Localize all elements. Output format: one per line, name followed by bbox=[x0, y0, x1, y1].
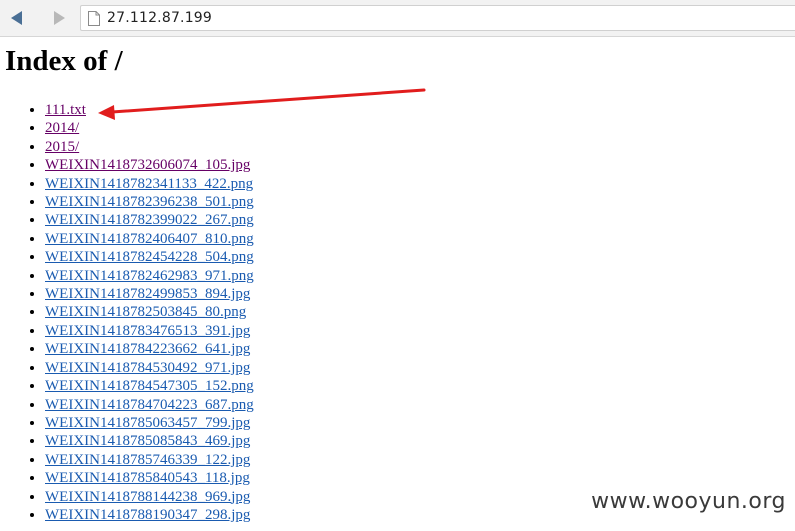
page-content: Index of / 111.txt 2014/2015/WEIXIN141873… bbox=[0, 37, 795, 531]
list-item: 2015/ bbox=[45, 138, 254, 156]
address-bar[interactable]: 27.112.87.199 bbox=[80, 5, 795, 31]
address-url[interactable]: 27.112.87.199 bbox=[107, 10, 212, 26]
back-arrow-icon[interactable] bbox=[8, 9, 26, 27]
list-item: WEIXIN1418782503845_80.png bbox=[45, 303, 254, 321]
file-link[interactable]: WEIXIN1418782462983_971.png bbox=[45, 268, 254, 284]
list-item: WEIXIN1418782399022_267.png bbox=[45, 211, 254, 229]
file-link[interactable]: WEIXIN1418788144238_969.jpg bbox=[45, 489, 250, 505]
file-link[interactable]: WEIXIN1418785085843_469.jpg bbox=[45, 433, 250, 449]
file-link[interactable]: WEIXIN1418783476513_391.jpg bbox=[45, 323, 250, 339]
file-link[interactable]: WEIXIN1418782454228_504.png bbox=[45, 249, 254, 265]
file-link[interactable]: WEIXIN1418782503845_80.png bbox=[45, 304, 246, 320]
file-link[interactable]: WEIXIN1418784223662_641.jpg bbox=[45, 341, 250, 357]
list-item: WEIXIN1418784704223_687.png bbox=[45, 396, 254, 414]
list-item: WEIXIN1418785746339_122.jpg bbox=[45, 451, 254, 469]
list-item: WEIXIN1418785840543_118.jpg bbox=[45, 469, 254, 487]
file-link[interactable]: WEIXIN1418785063457_799.jpg bbox=[45, 415, 250, 431]
file-link[interactable]: WEIXIN1418782399022_267.png bbox=[45, 212, 254, 228]
file-link[interactable]: WEIXIN1418784530492_971.jpg bbox=[45, 360, 250, 376]
file-link[interactable]: WEIXIN1418782341133_422.png bbox=[45, 176, 253, 192]
list-item: WEIXIN1418783476513_391.jpg bbox=[45, 322, 254, 340]
list-item: WEIXIN1418782462983_971.png bbox=[45, 267, 254, 285]
file-link[interactable]: WEIXIN1418788190347_298.jpg bbox=[45, 507, 250, 523]
list-item: WEIXIN1418782454228_504.png bbox=[45, 248, 254, 266]
page-title: Index of / bbox=[5, 45, 123, 77]
list-item: WEIXIN1418784530492_971.jpg bbox=[45, 359, 254, 377]
file-link[interactable]: WEIXIN1418785746339_122.jpg bbox=[45, 452, 250, 468]
list-item: WEIXIN1418788144238_969.jpg bbox=[45, 488, 254, 506]
file-link[interactable]: 111.txt bbox=[45, 102, 86, 118]
list-item: 2014/ bbox=[45, 119, 254, 137]
file-link[interactable]: WEIXIN1418784547305_152.png bbox=[45, 378, 254, 394]
browser-toolbar: 27.112.87.199 bbox=[0, 0, 795, 37]
file-link[interactable]: WEIXIN1418782396238_501.png bbox=[45, 194, 254, 210]
list-item: WEIXIN1418784223662_641.jpg bbox=[45, 340, 254, 358]
list-item: WEIXIN1418788190347_298.jpg bbox=[45, 506, 254, 524]
list-item: WEIXIN1418782499853_894.jpg bbox=[45, 285, 254, 303]
list-item: 111.txt bbox=[45, 101, 254, 119]
list-item: WEIXIN1418782341133_422.png bbox=[45, 175, 254, 193]
list-item: WEIXIN1418732606074_105.jpg bbox=[45, 156, 254, 174]
watermark: www.wooyun.org bbox=[591, 489, 786, 514]
forward-arrow-icon[interactable] bbox=[50, 9, 68, 27]
file-link[interactable]: WEIXIN1418782499853_894.jpg bbox=[45, 286, 250, 302]
file-list: 111.txt 2014/2015/WEIXIN1418732606074_105… bbox=[0, 101, 254, 524]
file-link[interactable]: WEIXIN1418785840543_118.jpg bbox=[45, 470, 250, 486]
list-item: WEIXIN1418782396238_501.png bbox=[45, 193, 254, 211]
list-item: WEIXIN1418782406407_810.png bbox=[45, 230, 254, 248]
file-link[interactable]: WEIXIN1418732606074_105.jpg bbox=[45, 157, 250, 173]
list-item: WEIXIN1418784547305_152.png bbox=[45, 377, 254, 395]
page-icon bbox=[88, 11, 100, 31]
list-item: WEIXIN1418785063457_799.jpg bbox=[45, 414, 254, 432]
file-link[interactable]: WEIXIN1418784704223_687.png bbox=[45, 397, 254, 413]
file-link[interactable]: 2015/ bbox=[45, 139, 79, 155]
file-link[interactable]: 2014/ bbox=[45, 120, 79, 136]
file-link[interactable]: WEIXIN1418782406407_810.png bbox=[45, 231, 254, 247]
list-item: WEIXIN1418785085843_469.jpg bbox=[45, 432, 254, 450]
